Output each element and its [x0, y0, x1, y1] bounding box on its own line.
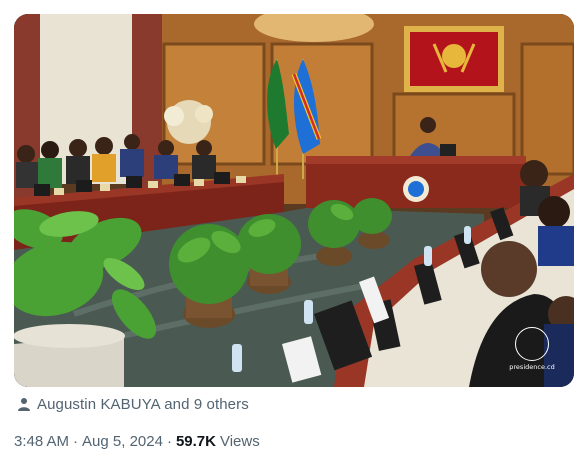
presidence-watermark: presidence.cd: [504, 327, 560, 371]
tagged-people[interactable]: Augustin KABUYA and 9 others: [17, 395, 249, 413]
meeting-room-image: [14, 14, 574, 387]
tweet-meta: 3:48 AM · Aug 5, 2024 · 59.7K Views: [14, 433, 260, 450]
separator: ·: [166, 433, 172, 450]
tweet-time[interactable]: 3:48 AM: [14, 433, 69, 450]
watermark-text: presidence.cd: [509, 363, 555, 371]
views-label: Views: [219, 433, 260, 450]
seal-icon: [515, 327, 549, 361]
person-icon: [17, 397, 31, 411]
tweet-photo[interactable]: presidence.cd: [14, 14, 574, 387]
separator: ·: [73, 433, 79, 450]
tagged-people-text: Augustin KABUYA and 9 others: [37, 395, 249, 413]
views-count[interactable]: 59.7K: [176, 433, 216, 450]
tweet-date[interactable]: Aug 5, 2024: [82, 433, 163, 450]
